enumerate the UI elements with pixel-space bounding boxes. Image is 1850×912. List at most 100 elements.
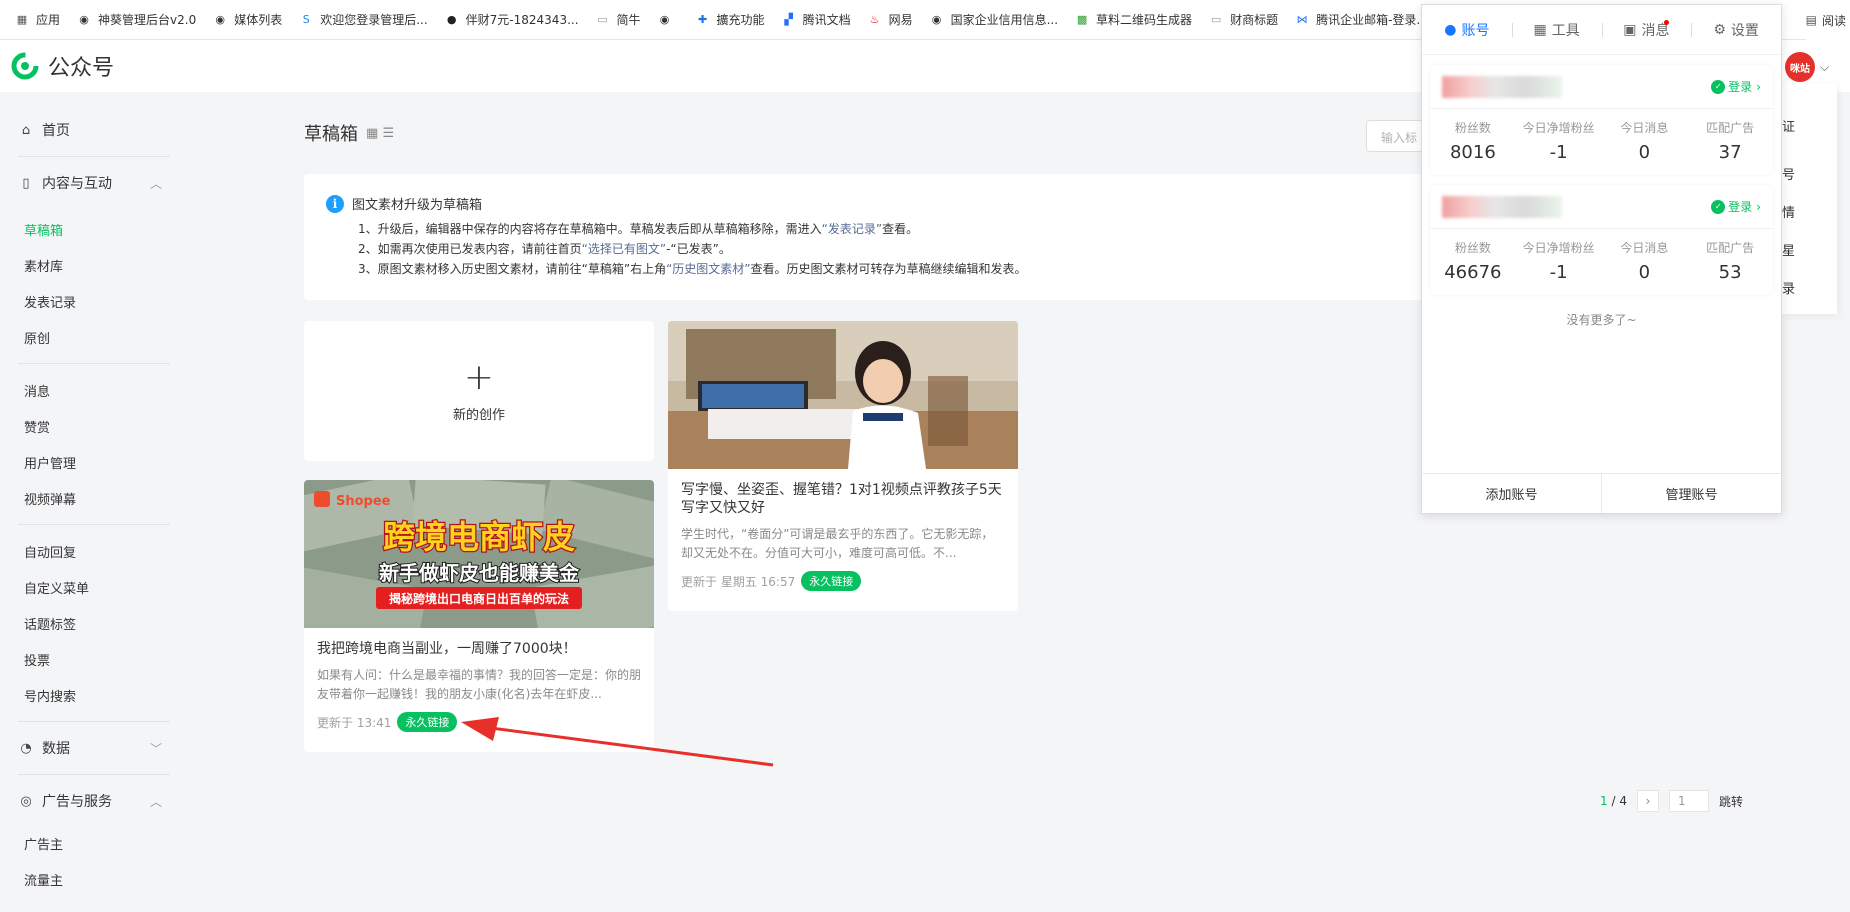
next-page-button[interactable]: › bbox=[1636, 790, 1659, 812]
permalink-badge[interactable]: 永久链接 bbox=[801, 571, 862, 591]
cover-banner-text: 揭秘跨境出口电商日出百单的玩法 bbox=[389, 591, 569, 606]
puzzle-icon: ✚ bbox=[697, 13, 708, 26]
nav-content-group[interactable]: ▯ 内容与互动 ︿ bbox=[18, 165, 170, 201]
bookmark-item[interactable]: ◉ 国家企业信用信息... bbox=[921, 0, 1066, 39]
manage-account-button[interactable]: 管理账号 bbox=[1601, 474, 1781, 513]
divider bbox=[18, 363, 170, 364]
sidebar-item-drafts[interactable]: 草稿箱 bbox=[0, 211, 170, 247]
tab-tools[interactable]: ▦ 工具 bbox=[1511, 20, 1602, 40]
notice-line-2: 2、如需再次使用已发表内容，请前往首页“选择已有图文”-“已发表”。 bbox=[358, 242, 731, 256]
sidebar-item-publish-records[interactable]: 发表记录 bbox=[0, 283, 170, 319]
document-icon: ▯ bbox=[22, 175, 30, 191]
followers-count: 46676 bbox=[1444, 262, 1502, 283]
bookmark-item[interactable]: S 欢迎您登录管理后... bbox=[290, 0, 435, 39]
permalink-badge[interactable]: 永久链接 bbox=[397, 712, 458, 732]
docs-icon: ▞ bbox=[784, 13, 793, 26]
sidebar-item-in-account-search[interactable]: 号内搜索 bbox=[0, 677, 170, 713]
nav-ad-group[interactable]: ◎ 广告与服务 ︿ bbox=[18, 783, 170, 819]
page-icon: ▭ bbox=[597, 13, 608, 26]
pagination: 1 / 4 › 1 跳转 bbox=[1600, 790, 1743, 812]
sidebar: ⌂ 首页 ▯ 内容与互动 ︿ 草稿箱 素材库 发表记录 原创 消息 赞赏 用户管… bbox=[0, 92, 170, 912]
login-button[interactable]: ✓ 登录 › bbox=[1711, 78, 1761, 95]
bookmark-item[interactable]: ◉ 媒体列表 bbox=[204, 0, 290, 39]
logo-text: 公众号 bbox=[48, 56, 115, 81]
no-more-text: 没有更多了~ bbox=[1566, 313, 1637, 327]
sidebar-item-original[interactable]: 原创 bbox=[0, 319, 170, 355]
pie-chart-icon: ◔ bbox=[20, 740, 32, 756]
matched-ads: 53 bbox=[1718, 262, 1742, 283]
updated-time: 更新于 星期五 16:57 bbox=[681, 574, 796, 589]
draft-card[interactable]: 写字慢、坐姿歪、握笔错？1对1视频点评教孩子5天写字又快又好 学生时代，“卷面分… bbox=[668, 321, 1018, 611]
bookmark-item[interactable]: ▭ 财商标题 bbox=[1200, 0, 1286, 39]
sidebar-item-advertiser[interactable]: 广告主 bbox=[0, 825, 170, 861]
today-messages: 0 bbox=[1638, 142, 1651, 163]
new-creation-button[interactable]: + 新的创作 bbox=[304, 321, 654, 461]
sidebar-item-vote[interactable]: 投票 bbox=[0, 641, 170, 677]
sidebar-item-appreciation[interactable]: 赞赏 bbox=[0, 408, 170, 444]
article-title[interactable]: 我把跨境电商当副业，一周赚了7000块！ bbox=[317, 640, 641, 658]
sidebar-item-auto-reply[interactable]: 自动回复 bbox=[0, 533, 170, 569]
bookmark-item[interactable]: ▩ 草料二维码生成器 bbox=[1066, 0, 1200, 39]
bookmark-item[interactable]: ▭ 简牛 bbox=[587, 0, 649, 39]
nav-data-group[interactable]: ◔ 数据 ﹀ bbox=[18, 730, 170, 766]
draft-card[interactable]: Shopee 跨境电商虾皮 新手做虾皮也能赚美金 揭秘跨境出口电商日出百单的玩法… bbox=[304, 480, 654, 752]
blurred-account-name bbox=[1442, 75, 1562, 98]
compass-icon: ◎ bbox=[20, 793, 32, 809]
updated-time: 更新于 13:41 bbox=[317, 715, 392, 730]
reading-list-icon: ▤ bbox=[1805, 13, 1817, 27]
sidebar-item-user-management[interactable]: 用户管理 bbox=[0, 444, 170, 480]
wechat-icon: ✓ bbox=[1711, 199, 1726, 214]
apps-icon: ▦ bbox=[16, 13, 28, 26]
total-pages: / 4 bbox=[1611, 794, 1627, 808]
article-title[interactable]: 写字慢、坐姿歪、握笔错？1对1视频点评教孩子5天写字又快又好 bbox=[681, 481, 1005, 517]
annotation-arrow bbox=[461, 717, 774, 767]
followers-count: 8016 bbox=[1449, 142, 1496, 163]
netease-icon: ♨ bbox=[869, 13, 880, 26]
publish-records-link[interactable]: “发表记录” bbox=[822, 222, 882, 236]
divider bbox=[18, 156, 170, 157]
avatar[interactable]: 咪站 bbox=[1785, 52, 1815, 82]
tab-settings[interactable]: ⚙ 设置 bbox=[1691, 20, 1781, 40]
tab-account[interactable]: ● 账号 bbox=[1422, 20, 1512, 40]
bookmark-item[interactable]: ▦ 应用 bbox=[6, 0, 68, 39]
login-button[interactable]: ✓ 登录 › bbox=[1711, 198, 1761, 215]
bookmark-item[interactable]: ✚ 擴充功能 bbox=[687, 0, 773, 39]
tab-messages[interactable]: ▣ 消息 bbox=[1601, 19, 1692, 40]
page-input[interactable]: 1 bbox=[1668, 790, 1709, 812]
add-account-button[interactable]: 添加账号 bbox=[1422, 474, 1601, 513]
current-page: 1 bbox=[1600, 794, 1608, 808]
wechat-mp-logo-icon bbox=[11, 52, 39, 80]
divider bbox=[18, 721, 170, 722]
mail-icon: ⋈ bbox=[1296, 13, 1308, 26]
sidebar-item-video-danmaku[interactable]: 视频弹幕 bbox=[0, 480, 170, 516]
jump-button[interactable]: 跳转 bbox=[1719, 793, 1743, 810]
sidebar-item-materials[interactable]: 素材库 bbox=[0, 247, 170, 283]
view-toggle[interactable]: ▦ ☰ bbox=[366, 126, 394, 141]
chevron-down-icon[interactable]: ⌵ bbox=[1820, 60, 1829, 75]
bookmark-item[interactable]: ◉ bbox=[649, 0, 687, 39]
cover-headline-text: 跨境电商虾皮 bbox=[383, 518, 575, 556]
nav-home[interactable]: ⌂ 首页 bbox=[18, 112, 170, 148]
notice-line-1: 1、升级后，编辑器中保存的内容将存在草稿箱中。草稿发表后即从草稿箱移除，需进入“… bbox=[358, 222, 919, 236]
account-side-panel: 证 号 情 星 录 bbox=[1782, 84, 1837, 314]
bookmark-item[interactable]: ▞ 腾讯文档 bbox=[773, 0, 859, 39]
s-logo-icon: S bbox=[302, 13, 310, 26]
chevron-up-icon: ︿ bbox=[149, 794, 162, 809]
sidebar-item-messages[interactable]: 消息 bbox=[0, 372, 170, 408]
qr-icon: ▩ bbox=[1076, 13, 1088, 26]
chevron-right-icon: › bbox=[1756, 79, 1761, 94]
sidebar-item-custom-menu[interactable]: 自定义菜单 bbox=[0, 569, 170, 605]
bookmark-item[interactable]: ◉ 神葵管理后台v2.0 bbox=[68, 0, 204, 39]
bookmark-item[interactable]: ⋈ 腾讯企业邮箱-登录... bbox=[1286, 0, 1436, 39]
sidebar-item-publisher[interactable]: 流量主 bbox=[0, 861, 170, 897]
bookmark-item[interactable]: ♨ 网易 bbox=[859, 0, 921, 39]
sidebar-item-topic-tags[interactable]: 话题标签 bbox=[0, 605, 170, 641]
bookmark-item[interactable]: ● 伴财7元-1824343... bbox=[436, 0, 587, 39]
choose-existing-link[interactable]: “选择已有图文” bbox=[582, 242, 666, 256]
history-materials-link[interactable]: “历史图文素材” bbox=[666, 262, 750, 276]
net-new-followers: -1 bbox=[1549, 142, 1568, 163]
grid-view-icon[interactable]: ▦ bbox=[366, 126, 378, 141]
chevron-up-icon: ︿ bbox=[149, 176, 162, 191]
list-view-icon[interactable]: ☰ bbox=[382, 126, 394, 141]
bookmark-reading[interactable]: ▤ 阅读 bbox=[1805, 0, 1850, 40]
